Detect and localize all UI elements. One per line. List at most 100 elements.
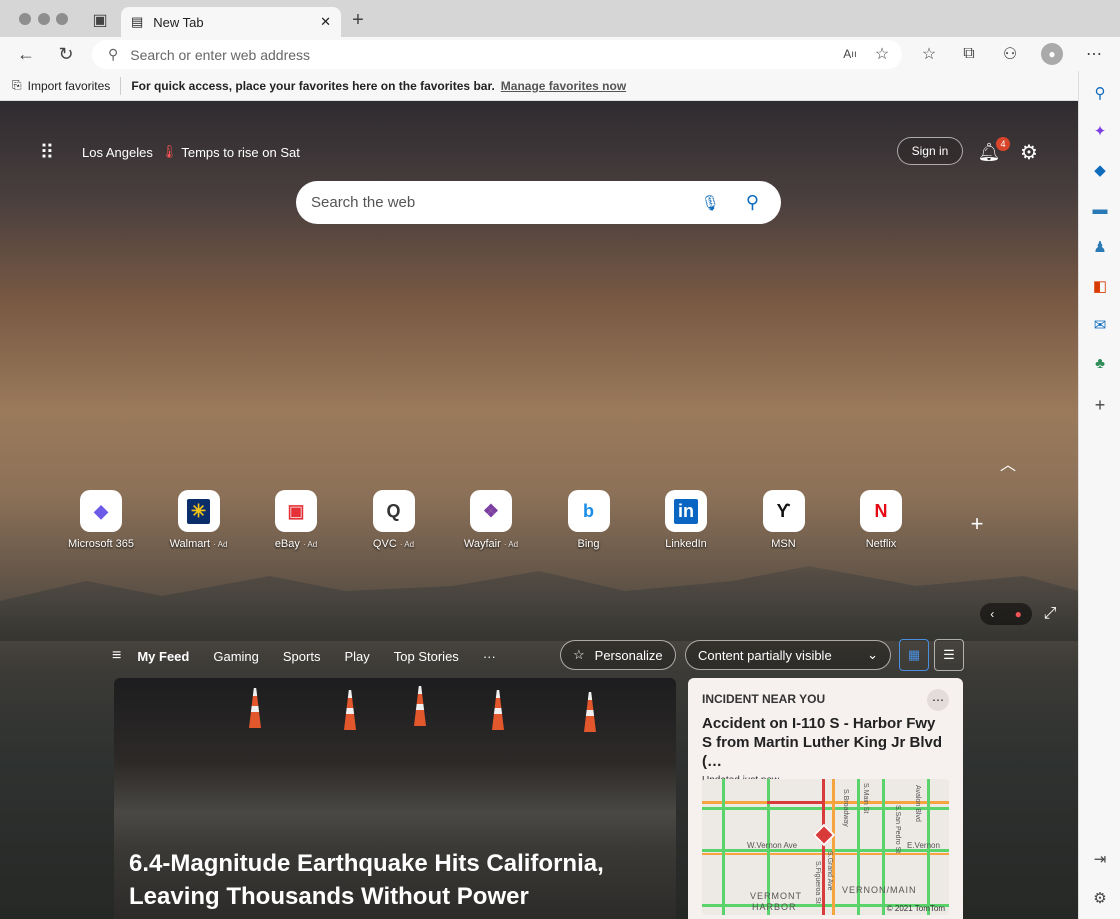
- background-switcher[interactable]: ‹ ●: [980, 603, 1032, 625]
- address-bar[interactable]: ⚲ Search or enter web address: [92, 40, 902, 69]
- linkedin-icon: in: [665, 490, 707, 532]
- microphone-icon[interactable]: 🎙︎: [701, 194, 720, 212]
- collections-icon[interactable]: ⧉: [959, 44, 979, 64]
- web-search-box[interactable]: Search the web 🎙︎ ⚲: [296, 181, 781, 224]
- personalize-star-icon: ☆: [573, 647, 585, 662]
- quick-link-label: Netflix: [865, 538, 897, 550]
- quick-link-label: Wayfair: [463, 538, 501, 550]
- add-sidebar-app-button[interactable]: +: [1079, 393, 1120, 417]
- qvc-icon: Q: [372, 490, 415, 532]
- quick-link-netflix[interactable]: N Netflix: [836, 490, 926, 550]
- office-icon[interactable]: ◧: [1079, 274, 1120, 298]
- thermometer-icon: 🌡: [160, 144, 178, 159]
- traffic-cone: [584, 692, 596, 732]
- msn-icon: ϒ: [762, 490, 805, 532]
- games-icon[interactable]: ♟: [1079, 235, 1120, 259]
- quick-link-label: Bing: [577, 538, 600, 550]
- search-icon: ⚲: [108, 46, 119, 62]
- favorites-bar: ⎘ Import favorites For quick access, pla…: [0, 71, 1120, 101]
- more-menu-icon[interactable]: ⋯: [1084, 44, 1104, 64]
- hero-headline[interactable]: 6.4-Magnitude Earthquake Hits California…: [129, 847, 676, 913]
- personalize-button[interactable]: ☆ Personalize: [560, 640, 676, 670]
- wayfair-icon: ❖: [470, 490, 512, 532]
- quick-link-ebay[interactable]: ▣ eBay · Ad: [251, 490, 341, 550]
- quick-link-label: eBay: [274, 538, 300, 550]
- bing-icon: b: [567, 490, 610, 532]
- profile-avatar[interactable]: ●: [1041, 43, 1063, 65]
- quick-link-label: Walmart: [169, 538, 211, 550]
- tab-new-tab[interactable]: ▤ New Tab ✕: [121, 7, 341, 37]
- traffic-cone: [344, 690, 356, 730]
- outlook-icon[interactable]: ✉: [1079, 313, 1120, 337]
- chevron-left-icon[interactable]: ‹: [990, 607, 994, 621]
- quick-link-walmart[interactable]: ✳ Walmart · Ad: [154, 490, 244, 550]
- sidebar-settings-icon[interactable]: ⚙: [1079, 886, 1120, 910]
- apps-launcher-icon[interactable]: ⠿: [36, 141, 58, 164]
- tab-play[interactable]: Play: [344, 649, 369, 664]
- tree-icon[interactable]: ♣: [1079, 351, 1120, 375]
- quick-link-label: MSN: [771, 538, 796, 550]
- tab-actions-icon[interactable]: ▣: [90, 10, 110, 30]
- toolbar: ← ↻ ⚲ Search or enter web address Aıı ☆ …: [0, 37, 1120, 71]
- tab-sports[interactable]: Sports: [283, 649, 321, 664]
- close-window-button[interactable]: [19, 13, 31, 25]
- back-button[interactable]: ←: [14, 42, 38, 66]
- grid-view-button[interactable]: ▦: [899, 639, 929, 671]
- quick-link-label: Microsoft 365: [67, 538, 135, 550]
- ad-label: · Ad: [399, 540, 415, 549]
- search-icon[interactable]: ⚲: [1079, 81, 1120, 105]
- feed-menu-icon[interactable]: ≡: [112, 647, 121, 665]
- more-tabs-button[interactable]: ···: [483, 649, 496, 664]
- quick-link-wayfair[interactable]: ❖ Wayfair · Ad: [446, 490, 536, 550]
- incident-title[interactable]: Accident on I-110 S - Harbor Fwy S from …: [702, 714, 949, 771]
- tab-top-stories[interactable]: Top Stories: [394, 649, 459, 664]
- extensions-icon[interactable]: ⚇: [1000, 44, 1020, 64]
- card-more-options-button[interactable]: ⋯: [927, 689, 949, 711]
- list-view-button[interactable]: ☰: [934, 639, 964, 671]
- tab-gaming[interactable]: Gaming: [213, 649, 259, 664]
- title-bar: ▣ ▤ New Tab ✕ +: [0, 0, 1120, 37]
- copilot-icon[interactable]: ✦: [1079, 119, 1120, 143]
- tab-my-feed[interactable]: My Feed: [137, 649, 189, 664]
- quick-link-bing[interactable]: b Bing: [544, 490, 634, 550]
- add-shortcut-button[interactable]: +: [966, 511, 988, 536]
- tools-icon[interactable]: ▬: [1079, 197, 1120, 221]
- new-tab-button[interactable]: +: [348, 8, 368, 32]
- search-icon[interactable]: ⚲: [746, 192, 759, 213]
- collapse-chevron-up-icon[interactable]: ︿: [998, 453, 1018, 474]
- hero-news-card[interactable]: 6.4-Magnitude Earthquake Hits California…: [114, 678, 676, 919]
- import-favorites-icon: ⎘: [12, 78, 22, 92]
- traffic-map[interactable]: W.Vernon Ave E.Vernon S.Broadway S.Main …: [702, 779, 949, 915]
- traffic-cone: [414, 686, 426, 726]
- shopping-tag-icon[interactable]: ◆: [1079, 158, 1120, 182]
- quick-link-qvc[interactable]: Q QVC · Ad: [349, 490, 439, 550]
- maximize-window-button[interactable]: [56, 13, 68, 25]
- edge-sidebar: ⚲ ✦ ◆ ▬ ♟ ◧ ✉ ♣ + ⇥ ⚙: [1078, 71, 1120, 919]
- expand-icon[interactable]: ⤢: [1040, 604, 1060, 624]
- quick-link-label: QVC: [372, 538, 397, 550]
- sign-in-button[interactable]: Sign in: [897, 137, 963, 165]
- content-visibility-dropdown[interactable]: Content partially visible ⌄: [685, 640, 891, 670]
- netflix-icon: N: [860, 490, 902, 532]
- incident-card[interactable]: INCIDENT NEAR YOU ⋯ Accident on I-110 S …: [688, 678, 963, 919]
- read-aloud-icon[interactable]: Aıı: [840, 44, 860, 64]
- minimize-window-button[interactable]: [38, 13, 50, 25]
- manage-favorites-link[interactable]: Manage favorites now: [501, 79, 626, 93]
- refresh-button[interactable]: ↻: [54, 42, 78, 66]
- hide-sidebar-icon[interactable]: ⇥: [1079, 847, 1120, 871]
- add-favorite-icon[interactable]: ☆: [872, 44, 892, 64]
- settings-gear-icon[interactable]: ⚙: [1018, 141, 1040, 164]
- ad-label: · Ad: [213, 540, 228, 549]
- quick-link-linkedin[interactable]: in LinkedIn: [641, 490, 731, 550]
- quick-link-msn[interactable]: ϒ MSN: [739, 490, 829, 550]
- incident-label: INCIDENT NEAR YOU: [702, 692, 826, 706]
- chevron-down-icon: ⌄: [867, 647, 878, 662]
- import-favorites-button[interactable]: Import favorites: [28, 79, 111, 93]
- background-mountains: [0, 566, 1078, 641]
- close-tab-icon[interactable]: ✕: [320, 14, 331, 30]
- quick-link-label: LinkedIn: [665, 538, 707, 550]
- weather-widget[interactable]: Los Angeles 🌡 Temps to rise on Sat: [82, 144, 300, 160]
- favorites-message: For quick access, place your favorites h…: [131, 78, 495, 93]
- quick-link-microsoft-365[interactable]: ◆ Microsoft 365: [56, 490, 146, 550]
- favorites-icon[interactable]: ☆: [919, 44, 939, 64]
